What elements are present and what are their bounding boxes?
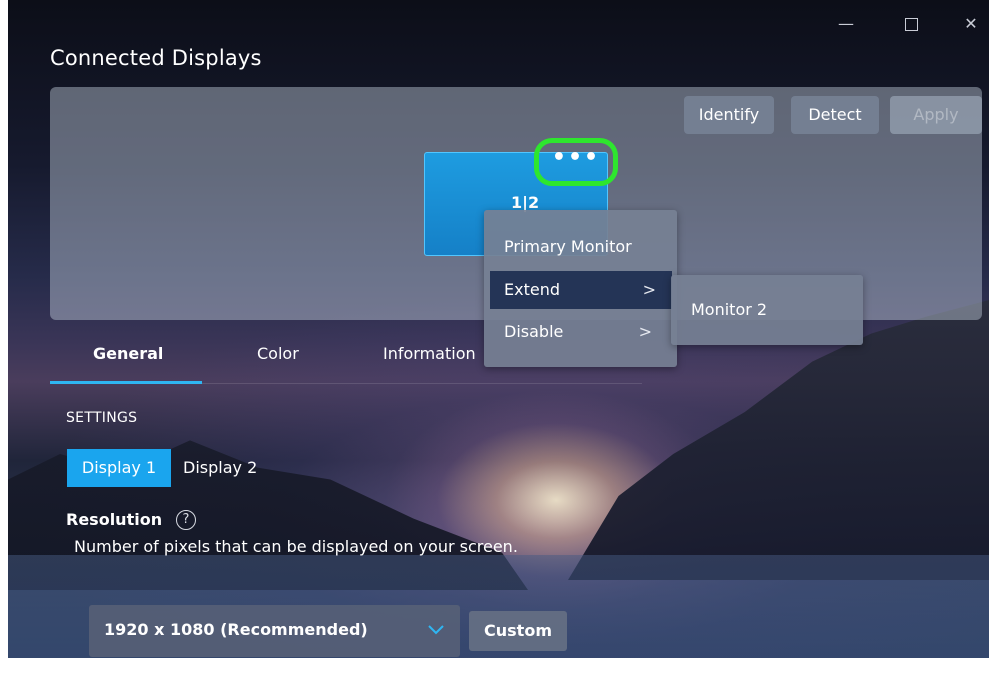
resolution-selected-value: 1920 x 1080 (Recommended) [104,620,368,639]
display-1-tab[interactable]: Display 1 [67,449,171,487]
settings-section-label: SETTINGS [66,410,138,426]
app-window: Connected Displays — ✕ Identify Detect A… [8,0,989,658]
maximize-button[interactable] [896,14,926,36]
more-options-button[interactable]: ••• [534,138,618,186]
display-context-menu: Primary Monitor Extend > Disable > [484,210,677,367]
identify-button[interactable]: Identify [684,96,774,134]
tab-information[interactable]: Information [383,343,476,365]
chevron-down-icon [428,625,444,635]
page-title: Connected Displays [50,46,262,70]
tab-color[interactable]: Color [257,343,299,365]
chevron-right-icon: > [638,322,652,341]
detect-button[interactable]: Detect [791,96,879,134]
maximize-icon [904,18,918,31]
extend-submenu: Monitor 2 [671,275,863,345]
minimize-button[interactable]: — [831,14,861,34]
more-icon: ••• [551,145,601,170]
window-bottom-edge [0,658,989,675]
close-button[interactable]: ✕ [956,14,986,34]
resolution-heading: Resolution [66,510,163,529]
menu-item-label: Primary Monitor [504,237,632,256]
display-2-tab[interactable]: Display 2 [183,449,257,487]
close-icon: ✕ [964,14,978,33]
menu-item-label: Extend [504,280,560,299]
menu-item-label: Disable [504,322,564,341]
apply-button[interactable]: Apply [890,96,982,134]
menu-item-extend[interactable]: Extend > [490,271,672,309]
resolution-dropdown[interactable]: 1920 x 1080 (Recommended) [89,605,460,657]
tab-divider [202,383,642,384]
submenu-item-monitor-2[interactable]: Monitor 2 [691,295,767,325]
active-tab-indicator [50,381,202,384]
help-icon[interactable]: ? [176,510,196,530]
minimize-icon: — [838,14,854,33]
tab-general[interactable]: General [93,343,163,365]
chevron-right-icon: > [642,280,656,299]
window-left-edge [0,0,8,675]
resolution-description: Number of pixels that can be displayed o… [74,537,518,556]
menu-item-primary-monitor[interactable]: Primary Monitor [484,228,668,266]
menu-item-disable[interactable]: Disable > [484,313,668,351]
custom-resolution-button[interactable]: Custom [469,611,567,651]
